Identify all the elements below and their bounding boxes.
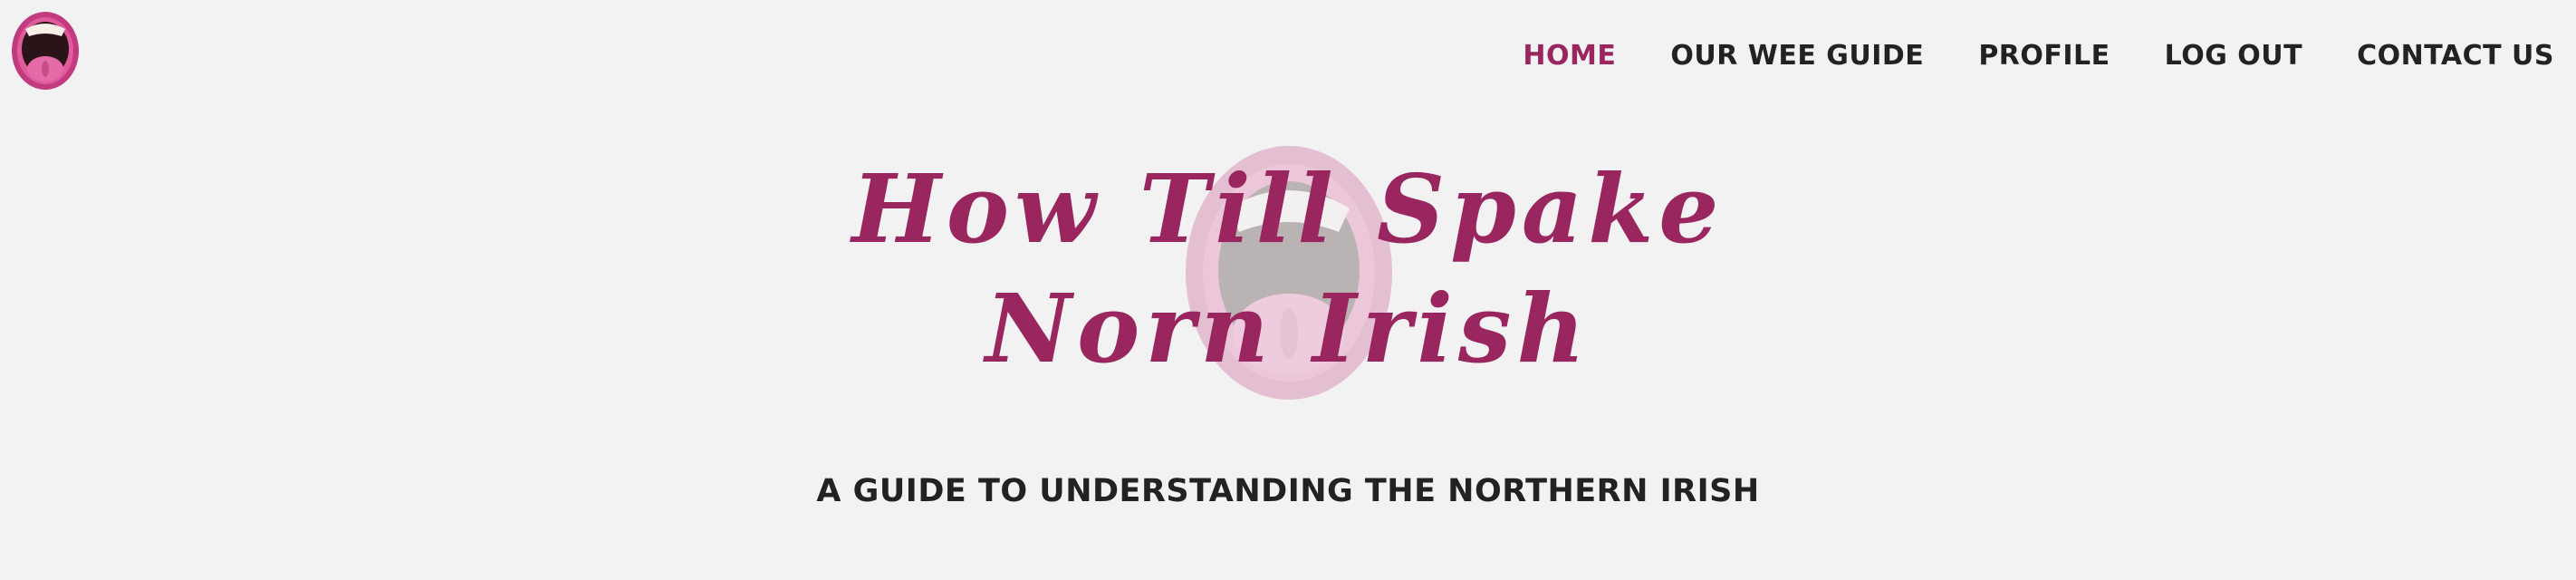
nav-profile[interactable]: PROFILE	[1978, 40, 2110, 72]
nav-contact-us[interactable]: CONTACT US	[2357, 40, 2554, 72]
nav-our-wee-guide[interactable]: OUR WEE GUIDE	[1670, 40, 1924, 72]
main-navigation: HOME OUR WEE GUIDE PROFILE LOG OUT CONTA…	[1523, 33, 2554, 78]
nav-log-out[interactable]: LOG OUT	[2165, 40, 2302, 72]
hero-title: How Till Spake Norn Irish	[0, 150, 2576, 389]
site-logo[interactable]	[11, 11, 80, 91]
nav-home[interactable]: HOME	[1523, 40, 1616, 72]
hero-title-line-1: How Till Spake	[851, 153, 1725, 265]
hero-title-line-2: Norn Irish	[985, 273, 1591, 384]
open-mouth-icon	[12, 12, 79, 90]
hero-subtitle: A GUIDE TO UNDERSTANDING THE NORTHERN IR…	[816, 473, 1760, 509]
